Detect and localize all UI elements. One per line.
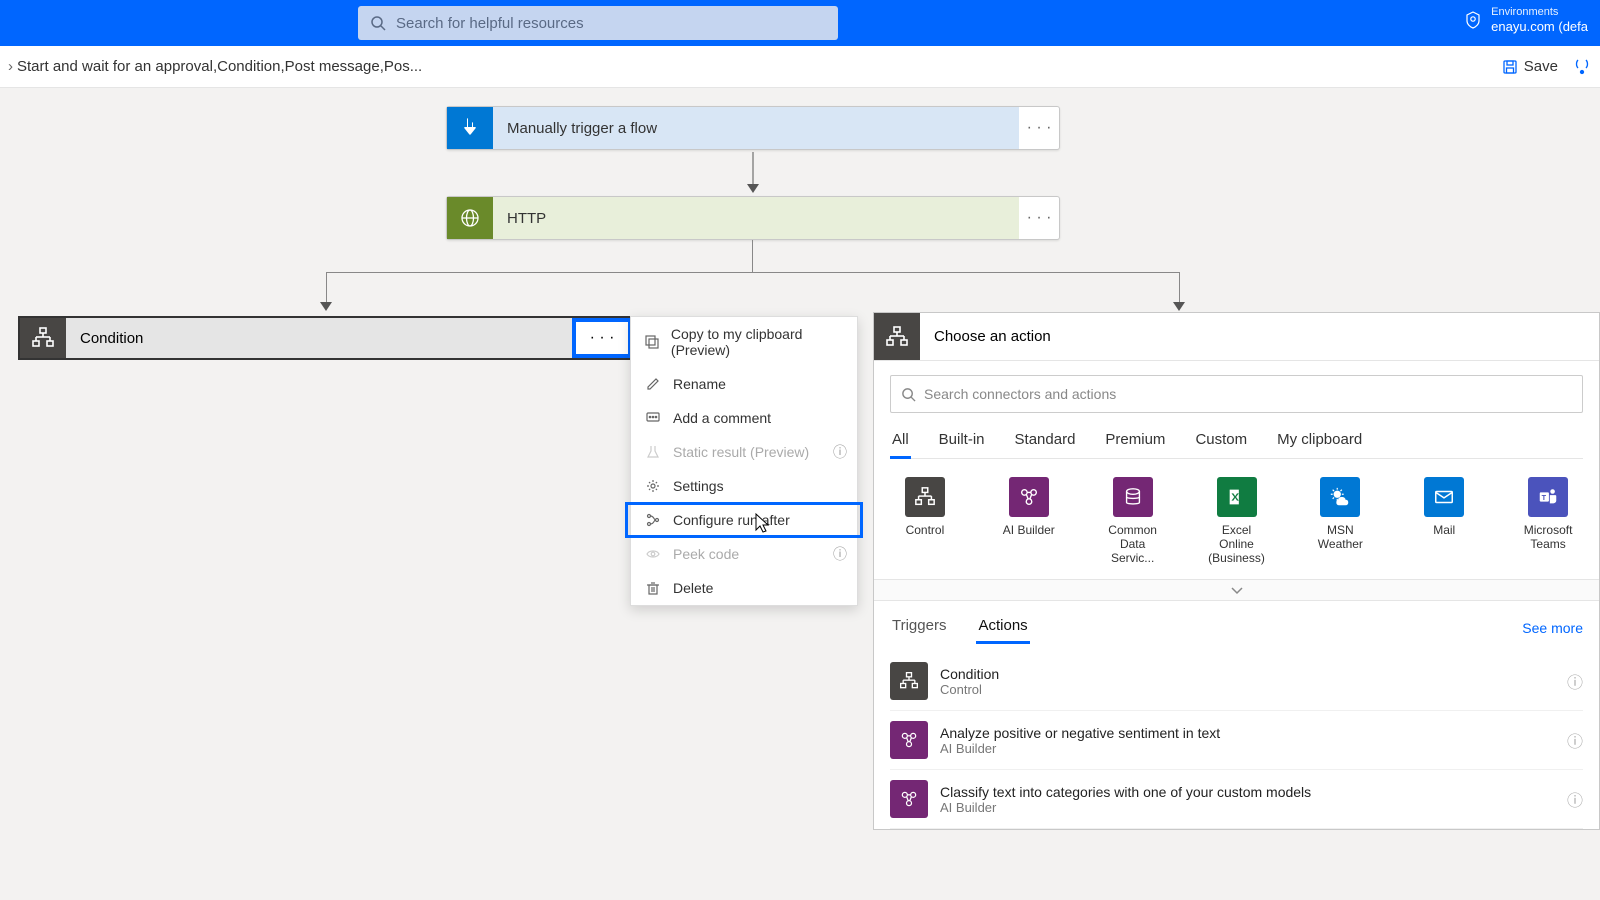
condition-icon	[20, 318, 66, 358]
connector-excel[interactable]: Excel Online (Business)	[1204, 477, 1270, 565]
comment-icon	[643, 411, 663, 425]
tab-built-in[interactable]: Built-in	[937, 425, 987, 458]
tab-premium[interactable]: Premium	[1103, 425, 1167, 458]
ai-builder-icon	[890, 780, 928, 818]
trigger-action-tabs: Triggers Actions	[890, 611, 1030, 644]
global-search-input[interactable]: Search for helpful resources	[358, 6, 838, 40]
see-more-link[interactable]: See more	[1522, 620, 1583, 636]
subtab-triggers[interactable]: Triggers	[890, 611, 948, 644]
trigger-title: Manually trigger a flow	[493, 107, 1019, 149]
toolbar: › Start and wait for an approval,Conditi…	[0, 46, 1600, 88]
branch-icon	[643, 513, 663, 527]
http-ellipsis-button[interactable]: · · ·	[1019, 197, 1059, 239]
condition-ellipsis-button[interactable]: · · ·	[572, 318, 632, 358]
flow-checker-icon[interactable]	[1572, 57, 1592, 77]
breadcrumb[interactable]: › Start and wait for an approval,Conditi…	[8, 58, 422, 75]
info-icon[interactable]: ⓘ	[833, 442, 847, 462]
context-menu: Copy to my clipboard (Preview) Rename Ad…	[630, 316, 858, 606]
http-title: HTTP	[493, 197, 1019, 239]
arrow-down-icon	[744, 152, 762, 194]
action-row-classify-text[interactable]: Classify text into categories with one o…	[890, 770, 1583, 829]
tab-all[interactable]: All	[890, 425, 911, 458]
tab-standard[interactable]: Standard	[1013, 425, 1078, 458]
save-icon	[1502, 59, 1518, 75]
choose-action-panel: Choose an action Search connectors and a…	[873, 312, 1600, 830]
subtab-actions[interactable]: Actions	[976, 611, 1029, 644]
env-label: Environments	[1491, 6, 1588, 19]
action-row-condition[interactable]: ConditionControl ⓘ	[890, 652, 1583, 711]
ai-builder-icon	[890, 721, 928, 759]
info-icon[interactable]: ⓘ	[1567, 669, 1583, 693]
trigger-icon	[447, 107, 493, 149]
expand-connectors-button[interactable]	[874, 579, 1599, 601]
connector-cds[interactable]: Common Data Servic...	[1100, 477, 1166, 565]
connector-mail[interactable]: Mail	[1411, 477, 1477, 565]
connector-msn-weather[interactable]: MSN Weather	[1307, 477, 1373, 565]
menu-configure-run-after[interactable]: Configure run after	[625, 502, 863, 538]
copy-icon	[643, 335, 661, 349]
info-icon[interactable]: ⓘ	[833, 544, 847, 564]
chevron-right-icon: ›	[8, 58, 13, 75]
svg-text:T: T	[1542, 493, 1547, 502]
panel-header: Choose an action	[874, 313, 1599, 361]
menu-static-result: Static result (Preview) ⓘ	[631, 435, 857, 469]
panel-title: Choose an action	[920, 313, 1599, 360]
trigger-ellipsis-button[interactable]: · · ·	[1019, 107, 1059, 149]
eye-icon	[643, 547, 663, 561]
control-icon	[874, 313, 920, 360]
connector-teams[interactable]: TMicrosoft Teams	[1515, 477, 1581, 565]
trigger-card[interactable]: Manually trigger a flow · · ·	[446, 106, 1060, 150]
connector-search-input[interactable]: Search connectors and actions	[890, 375, 1583, 413]
search-placeholder: Search for helpful resources	[396, 15, 584, 32]
menu-add-comment[interactable]: Add a comment	[631, 401, 857, 435]
chevron-down-icon	[1230, 585, 1244, 595]
action-row-analyze-sentiment[interactable]: Analyze positive or negative sentiment i…	[890, 711, 1583, 770]
menu-copy[interactable]: Copy to my clipboard (Preview)	[631, 317, 857, 367]
category-tabs: All Built-in Standard Premium Custom My …	[890, 425, 1583, 459]
tab-custom[interactable]: Custom	[1193, 425, 1249, 458]
info-icon[interactable]: ⓘ	[1567, 728, 1583, 752]
environment-picker[interactable]: Environments enayu.com (defa	[1463, 6, 1588, 35]
http-card[interactable]: HTTP · · ·	[446, 196, 1060, 240]
search-icon	[370, 15, 386, 31]
flow-canvas[interactable]: Manually trigger a flow · · · HTTP · · ·…	[0, 88, 1600, 900]
search-icon	[901, 387, 916, 402]
connector-grid: Control AI Builder Common Data Servic...…	[890, 459, 1583, 579]
condition-card[interactable]: Condition · · ·	[18, 316, 634, 360]
env-name: enayu.com (defa	[1491, 19, 1588, 35]
tab-my-clipboard[interactable]: My clipboard	[1275, 425, 1364, 458]
environment-icon	[1463, 10, 1483, 30]
flask-icon	[643, 445, 663, 459]
menu-settings[interactable]: Settings	[631, 469, 857, 503]
connector-ai-builder[interactable]: AI Builder	[996, 477, 1062, 565]
info-icon[interactable]: ⓘ	[1567, 787, 1583, 811]
condition-title: Condition	[66, 318, 572, 358]
connector-control[interactable]: Control	[892, 477, 958, 565]
menu-delete[interactable]: Delete	[631, 571, 857, 605]
menu-peek-code: Peek code ⓘ	[631, 537, 857, 571]
menu-rename[interactable]: Rename	[631, 367, 857, 401]
pencil-icon	[643, 377, 663, 391]
http-icon	[447, 197, 493, 239]
app-header: Search for helpful resources Environment…	[0, 0, 1600, 46]
save-button[interactable]: Save	[1502, 58, 1558, 75]
gear-icon	[643, 479, 663, 493]
trash-icon	[643, 581, 663, 595]
control-icon	[890, 662, 928, 700]
actions-list: ConditionControl ⓘ Analyze positive or n…	[874, 644, 1599, 829]
